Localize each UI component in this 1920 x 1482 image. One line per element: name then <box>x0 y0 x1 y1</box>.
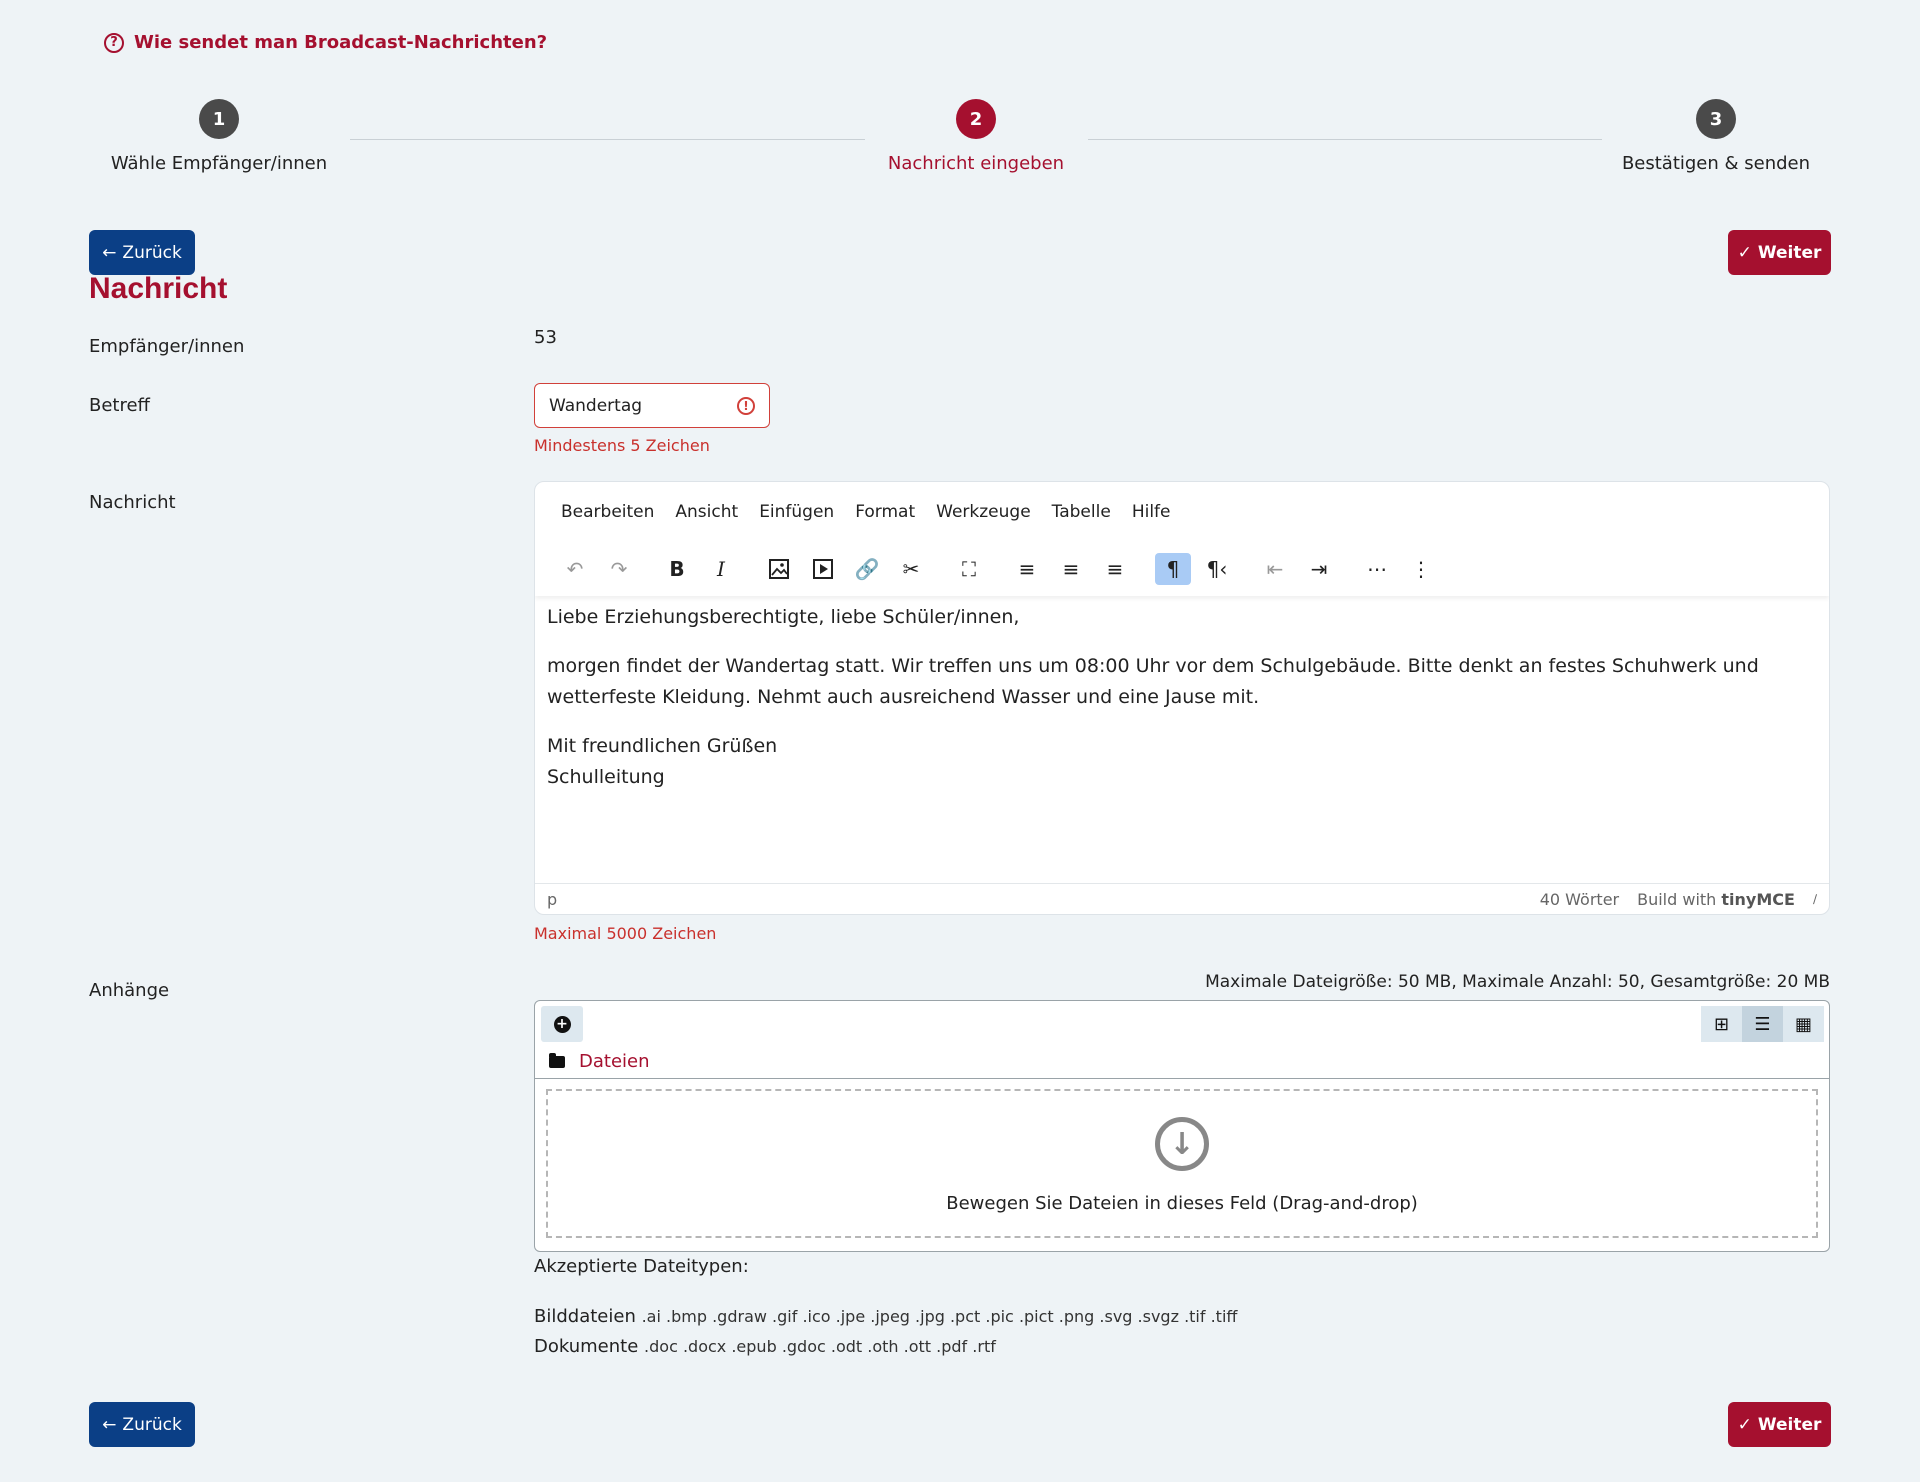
build-with-label: Build with <box>1637 889 1717 909</box>
build-with: Build with tinyMCE <box>1637 890 1795 909</box>
attachments-label: Anhänge <box>89 980 170 1001</box>
page-title: Nachricht <box>89 272 228 305</box>
paragraph: morgen findet der Wandertag statt. Wir t… <box>547 655 1759 708</box>
arrow-left-icon: ← <box>102 242 117 263</box>
closing: Mit freundlichen Grüßen <box>547 735 778 757</box>
step-number: 3 <box>1696 99 1736 139</box>
help-link-label: Wie sendet man Broadcast-Nachrichten? <box>134 32 548 53</box>
unlink-icon[interactable]: ✂ <box>893 553 929 585</box>
recipients-label: Empfänger/innen <box>89 336 245 357</box>
doc-types-line: Dokumente .doc .docx .epub .gdoc .odt .o… <box>534 1336 996 1357</box>
step-connector <box>1088 139 1602 140</box>
help-link[interactable]: ? Wie sendet man Broadcast-Nachrichten? <box>104 32 547 53</box>
step-number: 1 <box>199 99 239 139</box>
step-number: 2 <box>956 99 996 139</box>
doc-types-label: Dokumente <box>534 1336 639 1357</box>
signature: Schulleitung <box>547 766 665 788</box>
menu-help[interactable]: Hilfe <box>1132 502 1171 522</box>
back-button-label: Zurück <box>122 242 182 263</box>
file-uploader: + ⊞ ☰ ▦ Dateien ↓ Bewegen Sie Dateien in… <box>534 1000 1830 1252</box>
image-types-list: .ai .bmp .gdraw .gif .ico .jpe .jpeg .jp… <box>641 1307 1238 1326</box>
plus-icon: + <box>553 1015 571 1033</box>
back-button[interactable]: ← Zurück <box>89 230 195 275</box>
image-icon[interactable] <box>761 553 797 585</box>
indent-icon[interactable]: ⇥ <box>1301 553 1337 585</box>
resize-handle-icon[interactable]: ∕ <box>1813 892 1817 906</box>
back-button-bottom[interactable]: ← Zurück <box>89 1402 195 1447</box>
drop-zone-text: Bewegen Sie Dateien in dieses Feld (Drag… <box>946 1193 1418 1214</box>
check-icon: ✓ <box>1737 1414 1752 1435</box>
subject-value: Wandertag <box>549 395 643 416</box>
editor-content[interactable]: Liebe Erziehungsberechtigte, liebe Schül… <box>547 602 1809 793</box>
error-icon: ! <box>737 396 755 415</box>
list-view-icon[interactable]: ☰ <box>1742 1006 1783 1042</box>
step-label: Wähle Empfänger/innen <box>110 153 328 174</box>
editor-statusbar: p 40 Wörter Build with tinyMCE ∕ <box>535 883 1829 914</box>
align-right-icon[interactable]: ≡ <box>1097 553 1133 585</box>
element-path[interactable]: p <box>547 890 557 909</box>
paragraph: Liebe Erziehungsberechtigte, liebe Schül… <box>547 606 1020 628</box>
fullscreen-icon[interactable]: ⛶ <box>951 553 987 585</box>
menu-edit[interactable]: Bearbeiten <box>561 502 654 522</box>
step-label: Bestätigen & senden <box>1621 153 1811 174</box>
question-icon: ? <box>104 32 124 53</box>
folder-icon <box>549 1052 565 1068</box>
align-left-icon[interactable]: ≡ <box>1009 553 1045 585</box>
subject-label: Betreff <box>89 395 150 416</box>
upload-limits: Maximale Dateigröße: 50 MB, Maximale Anz… <box>1205 972 1830 992</box>
menu-format[interactable]: Format <box>855 502 915 522</box>
recipients-count: 53 <box>534 327 557 348</box>
back-button-label: Zurück <box>122 1414 182 1435</box>
ltr-icon[interactable]: ¶ <box>1155 553 1191 585</box>
editor-menubar: Bearbeiten Ansicht Einfügen Format Werkz… <box>535 482 1829 522</box>
next-button-label: Weiter <box>1757 242 1822 263</box>
menu-tools[interactable]: Werkzeuge <box>936 502 1031 522</box>
step-2: 2 Nachricht eingeben <box>846 99 1106 174</box>
add-file-button[interactable]: + <box>541 1006 583 1042</box>
outdent-icon[interactable]: ⇤ <box>1257 553 1293 585</box>
bold-icon[interactable]: B <box>659 553 695 585</box>
rich-text-editor: Bearbeiten Ansicht Einfügen Format Werkz… <box>534 481 1830 915</box>
accepted-types-title: Akzeptierte Dateitypen: <box>534 1256 749 1277</box>
menu-table[interactable]: Tabelle <box>1052 502 1111 522</box>
arrow-left-icon: ← <box>102 1414 117 1435</box>
folder-breadcrumb[interactable]: Dateien <box>549 1051 650 1072</box>
doc-types-list: .doc .docx .epub .gdoc .odt .oth .ott .p… <box>644 1337 996 1356</box>
menu-insert[interactable]: Einfügen <box>759 502 834 522</box>
message-max-hint: Maximal 5000 Zeichen <box>534 924 717 943</box>
align-center-icon[interactable]: ≡ <box>1053 553 1089 585</box>
redo-icon[interactable]: ↷ <box>601 553 637 585</box>
media-icon[interactable] <box>805 553 841 585</box>
message-label: Nachricht <box>89 492 176 513</box>
subject-input[interactable]: Wandertag ! <box>534 383 770 428</box>
editor-toolbar: ↶ ↷ B I 🔗 ✂ ⛶ ≡ ≡ ≡ ¶ ¶‹ ⇤ ⇥ ⋯ ⋮ <box>535 542 1829 596</box>
folder-label: Dateien <box>579 1051 650 1072</box>
word-count[interactable]: 40 Wörter <box>1540 890 1619 909</box>
subject-error: Mindestens 5 Zeichen <box>534 436 710 455</box>
image-types-line: Bilddateien .ai .bmp .gdraw .gif .ico .j… <box>534 1306 1237 1327</box>
grid-view-icon[interactable]: ⊞ <box>1701 1006 1742 1042</box>
rtl-icon[interactable]: ¶‹ <box>1199 553 1235 585</box>
menu-view[interactable]: Ansicht <box>675 502 738 522</box>
check-icon: ✓ <box>1737 242 1752 263</box>
next-button-bottom[interactable]: ✓ Weiter <box>1728 1402 1831 1447</box>
link-icon[interactable]: 🔗 <box>849 553 885 585</box>
step-1: 1 Wähle Empfänger/innen <box>89 99 349 174</box>
tinymce-logo[interactable]: tinyMCE <box>1721 890 1795 909</box>
numbered-list-icon[interactable]: ⋮ <box>1403 553 1439 585</box>
tree-view-icon[interactable]: ▦ <box>1783 1006 1824 1042</box>
next-button-label: Weiter <box>1757 1414 1822 1435</box>
drop-zone[interactable]: ↓ Bewegen Sie Dateien in dieses Feld (Dr… <box>546 1089 1818 1238</box>
italic-icon[interactable]: I <box>703 553 739 585</box>
step-3: 3 Bestätigen & senden <box>1586 99 1846 174</box>
download-arrow-icon: ↓ <box>1155 1117 1209 1171</box>
step-connector <box>350 139 865 140</box>
undo-icon[interactable]: ↶ <box>557 553 593 585</box>
step-label: Nachricht eingeben <box>887 153 1065 174</box>
image-types-label: Bilddateien <box>534 1306 636 1327</box>
next-button[interactable]: ✓ Weiter <box>1728 230 1831 275</box>
bullet-list-icon[interactable]: ⋯ <box>1359 553 1395 585</box>
